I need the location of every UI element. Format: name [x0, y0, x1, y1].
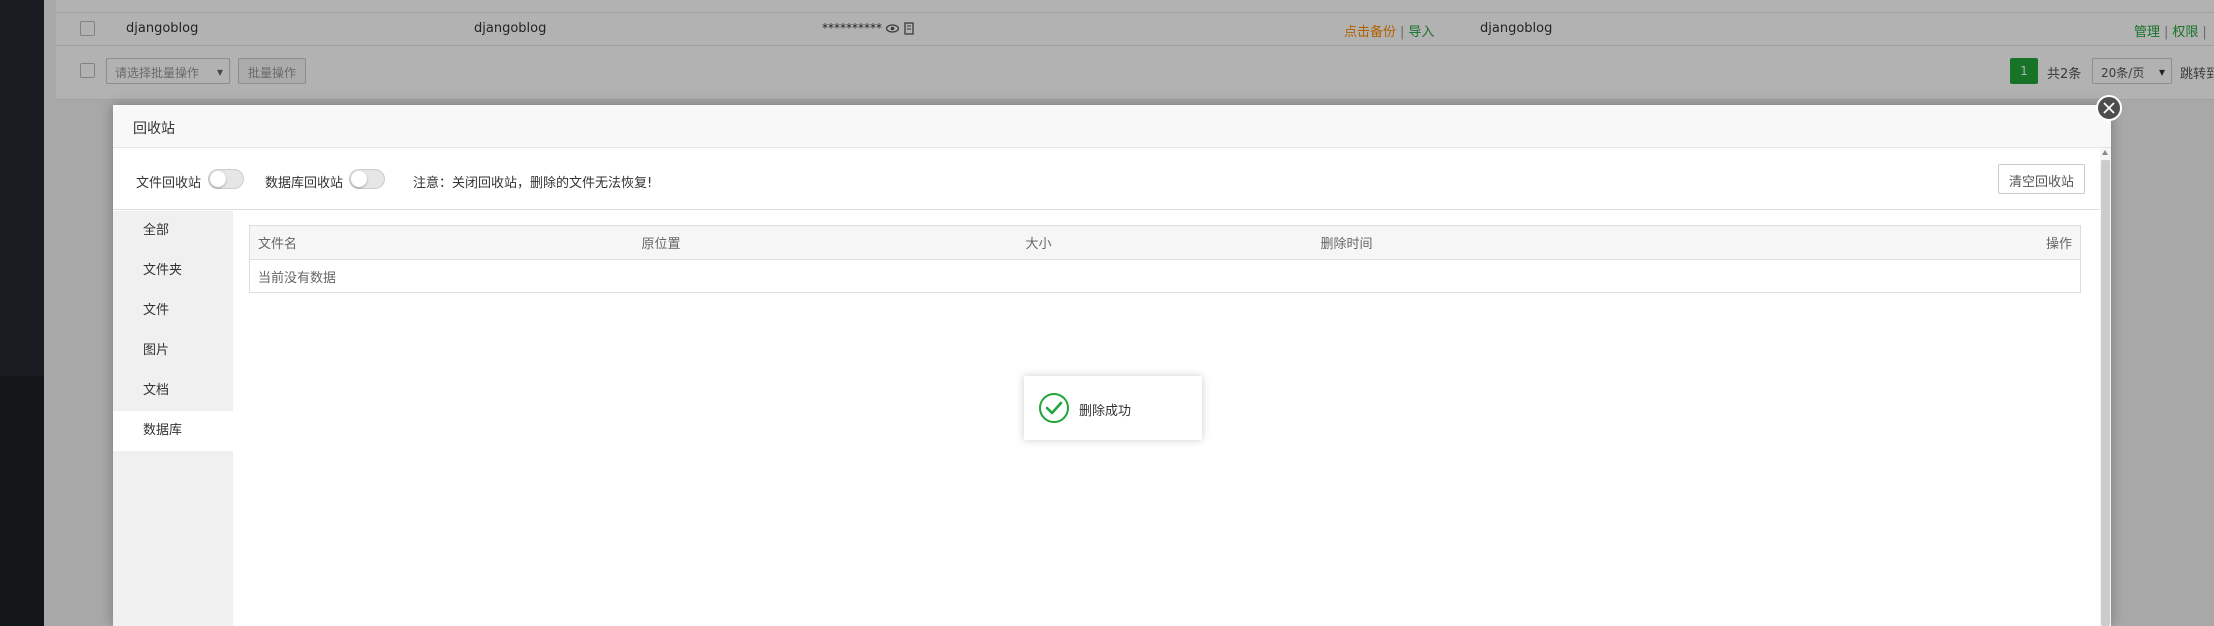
recycle-bin-modal: 回收站 文件回收站 数据库回收站 注意：关闭回收站，删除的文件无法恢复! 清空回…: [113, 105, 2111, 626]
db-recycle-label: 数据库回收站: [265, 176, 344, 191]
close-modal-button[interactable]: [2096, 95, 2122, 121]
nav-item-database[interactable]: 数据库: [113, 411, 233, 451]
close-icon: [2103, 102, 2115, 114]
col-original-location[interactable]: 原位置: [633, 225, 1018, 260]
db-recycle-toggle[interactable]: [349, 169, 385, 189]
recycle-notice: 注意：关闭回收站，删除的文件无法恢复!: [413, 176, 653, 191]
scrollbar-thumb[interactable]: [2101, 160, 2110, 626]
recycle-table: 文件名 原位置 大小 删除时间 操作 当前没有数据: [249, 225, 2081, 293]
toggle-knob: [351, 171, 367, 187]
col-size[interactable]: 大小: [1017, 225, 1313, 260]
col-actions: 操作: [1852, 225, 2081, 260]
modal-title: 回收站: [113, 105, 2111, 148]
recycle-category-nav: 全部 文件夹 文件 图片 文档 数据库: [113, 211, 233, 626]
toast-message: 删除成功: [1079, 404, 1132, 419]
nav-item-all[interactable]: 全部: [113, 211, 233, 251]
col-filename[interactable]: 文件名: [249, 225, 634, 260]
empty-state-text: 当前没有数据: [258, 270, 337, 286]
empty-recycle-button[interactable]: 清空回收站: [1997, 164, 2085, 194]
success-toast: 删除成功: [1024, 376, 1202, 440]
nav-item-folders[interactable]: 文件夹: [113, 251, 233, 291]
scroll-up-arrow-icon[interactable]: [2102, 150, 2108, 155]
nav-item-files[interactable]: 文件: [113, 291, 233, 331]
file-recycle-label: 文件回收站: [136, 176, 202, 191]
toggle-knob: [210, 171, 226, 187]
recycle-toolbar: 文件回收站 数据库回收站 注意：关闭回收站，删除的文件无法恢复! 清空回收站: [113, 148, 2111, 210]
recycle-table-area: 文件名 原位置 大小 删除时间 操作 当前没有数据: [249, 225, 2081, 293]
file-recycle-toggle[interactable]: [208, 169, 244, 189]
nav-item-images[interactable]: 图片: [113, 331, 233, 371]
nav-item-documents[interactable]: 文档: [113, 371, 233, 411]
modal-scrollbar[interactable]: [2100, 148, 2111, 626]
col-delete-time[interactable]: 删除时间: [1312, 225, 1853, 260]
check-circle-icon: [1039, 393, 1069, 423]
